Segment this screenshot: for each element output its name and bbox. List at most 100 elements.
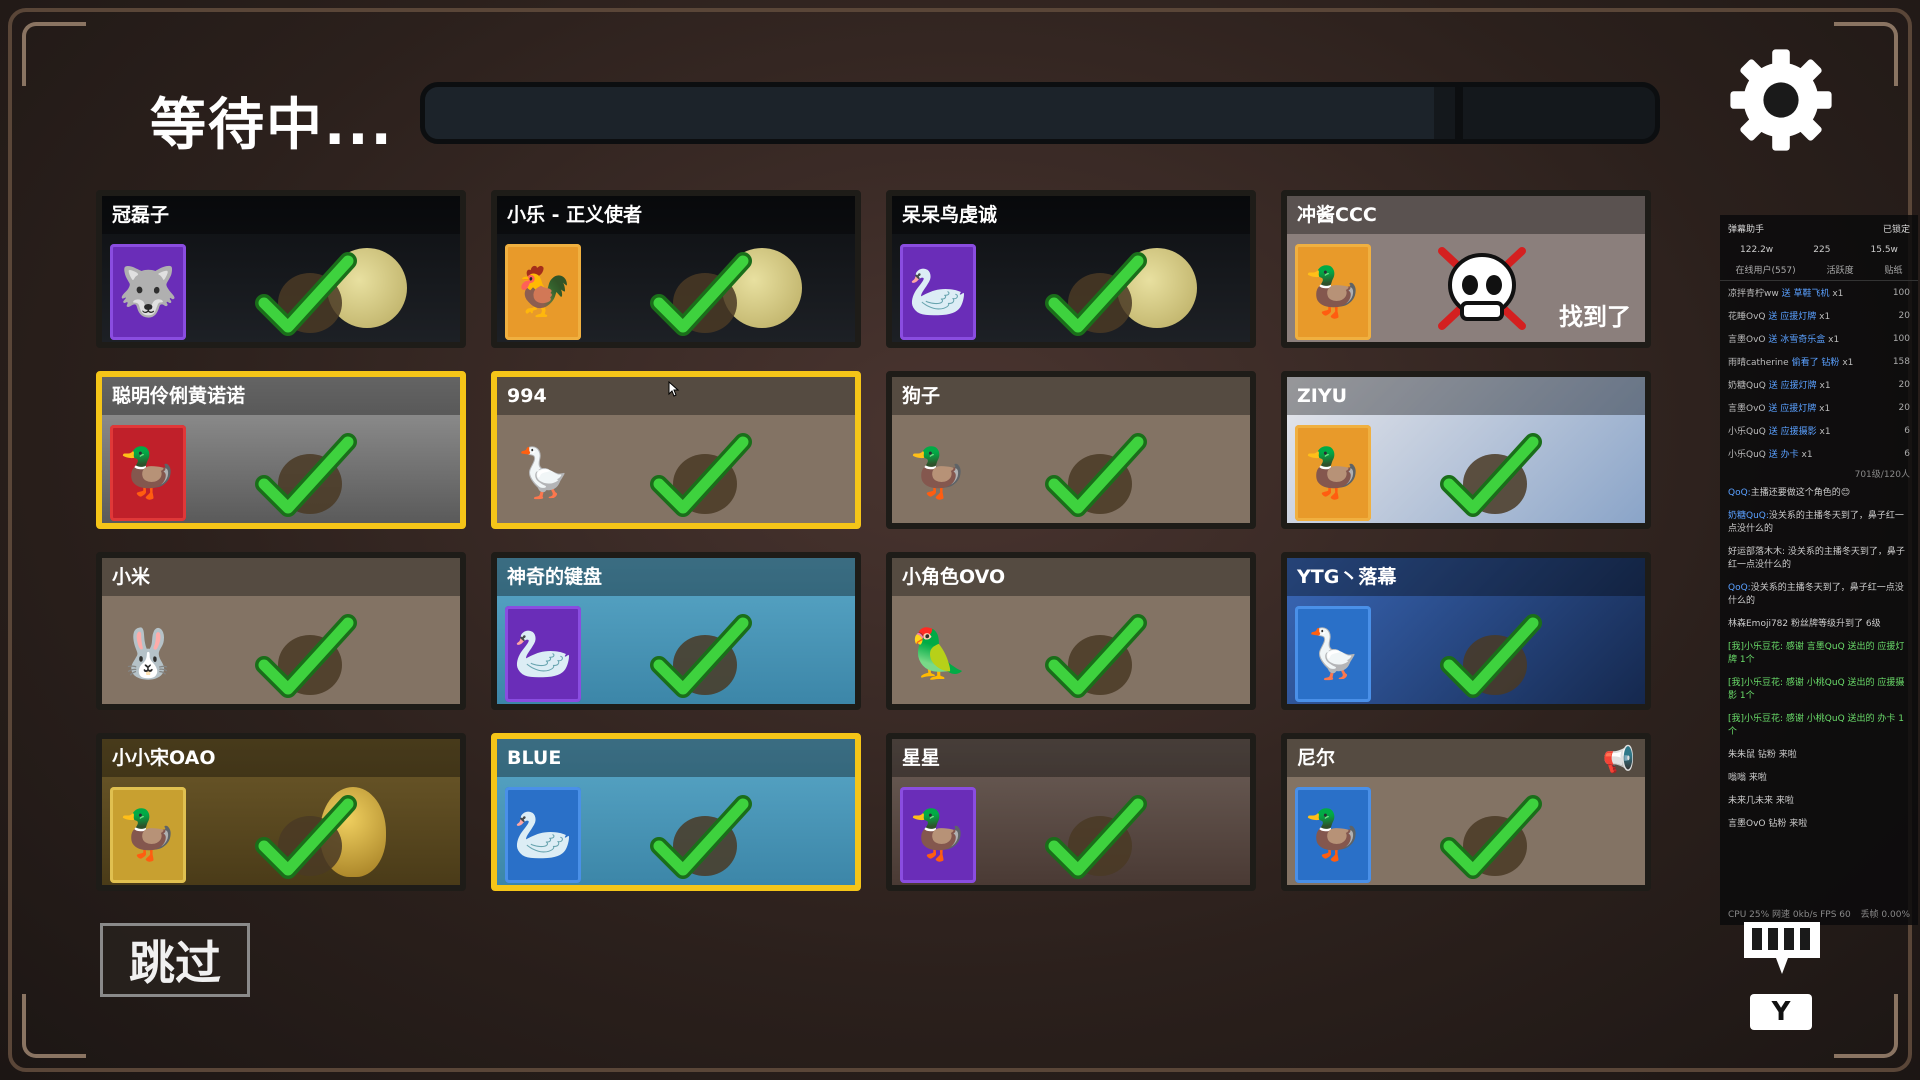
settings-gear-icon[interactable]: [1726, 45, 1836, 155]
gift-row: 小乐QuQ 送 应援摄影 x1 6: [1720, 419, 1918, 442]
gift-action: 送 应援灯牌: [1768, 312, 1817, 322]
gift-row: 雨晴catherine 偷看了 钻粉 x1 158: [1720, 350, 1918, 373]
player-avatar: 🐓: [505, 244, 581, 340]
gift-value: 20: [1898, 402, 1910, 413]
player-name: YTG丶落幕: [1287, 558, 1645, 596]
player-card: 小米 🐰: [96, 552, 466, 710]
chat-message: 朱朱鼠 钻粉 来啦: [1720, 744, 1918, 767]
ready-check-icon: [1440, 795, 1542, 879]
player-avatar: 🦢: [900, 244, 976, 340]
gift-user: 奶糖QuQ: [1728, 381, 1766, 391]
skip-button[interactable]: 跳过: [100, 923, 250, 997]
chat-user: QoQ:: [1728, 583, 1751, 593]
chat-user: QoQ:: [1728, 488, 1751, 498]
player-card: 冠磊子 🐺: [96, 190, 466, 348]
chat-list: QoQ:主播还要做这个角色的😊 奶糖QuQ:没关系的主播冬天到了，鼻子红一点没什么…: [1720, 482, 1918, 836]
player-avatar: 🦆: [1295, 425, 1371, 521]
chat-message: 未来几未来 来啦: [1720, 790, 1918, 813]
gift-count: x1: [1832, 289, 1844, 299]
player-name: 冠磊子: [102, 196, 460, 234]
chat-message: [我]小乐豆花: 感谢 小桃QuQ 送出的 应援摄影 1个: [1720, 672, 1918, 708]
player-name: 小角色OVO: [892, 558, 1250, 596]
gift-text: 雨晴catherine 偷看了 钻粉 x1: [1728, 355, 1888, 368]
player-card: 聪明伶俐黄诺诺 🦆: [96, 371, 466, 529]
ready-check-icon: [1440, 433, 1542, 517]
gift-action: 送 冰雪奇乐盒: [1768, 335, 1826, 345]
lock-toggle[interactable]: 已锁定: [1883, 222, 1910, 235]
chat-text: 没关系的主播冬天到了，鼻子红一点没什么的: [1728, 583, 1904, 606]
gift-action: 送 草鞋飞机: [1781, 289, 1830, 299]
cards-icon[interactable]: [1738, 918, 1826, 978]
gift-text: 凉拌青柠ww 送 草鞋飞机 x1: [1728, 286, 1888, 299]
ready-check-icon: [255, 795, 357, 879]
chat-divider: 701级/120人: [1854, 470, 1910, 480]
gift-text: 花睡OvQ 送 应援灯牌 x1: [1728, 309, 1888, 322]
tab-stickers[interactable]: 贴纸: [1885, 263, 1903, 276]
chat-message: 言墨OvO 钻粉 来啦: [1720, 813, 1918, 836]
gift-count: x1: [1819, 427, 1831, 437]
gift-user: 小乐QuQ: [1728, 427, 1766, 437]
tab-online-users[interactable]: 在线用户(557): [1735, 263, 1795, 276]
player-name: 冲酱CCC: [1287, 196, 1645, 234]
ready-check-icon: [1045, 433, 1147, 517]
mouse-cursor-icon: [668, 381, 680, 397]
ready-check-icon: [650, 795, 752, 879]
panel-stats: 122.2w 225 15.5w: [1720, 241, 1918, 259]
corner-ornament: [22, 994, 86, 1058]
player-name: 尼尔: [1287, 739, 1645, 777]
chat-message: 好运部落木木: 没关系的主播冬天到了，鼻子红一点没什么的: [1720, 541, 1918, 577]
gift-text: 小乐QuQ 送 应援摄影 x1: [1728, 424, 1888, 437]
player-name: 神奇的键盘: [497, 558, 855, 596]
tab-activity[interactable]: 活跃度: [1827, 263, 1854, 276]
chat-text: 林森Emoji782 粉丝牌等级升到了 6级: [1728, 619, 1881, 629]
gift-count: x1: [1828, 335, 1840, 345]
gift-user: 言墨OvO: [1728, 404, 1766, 414]
progress-marker: [1455, 87, 1463, 139]
ready-check-icon: [650, 614, 752, 698]
gift-row: 奶糖QuQ 送 应援灯牌 x1 20: [1720, 373, 1918, 396]
player-card: 神奇的键盘 🦢: [491, 552, 861, 710]
player-avatar: 🐺: [110, 244, 186, 340]
gift-row: 花睡OvQ 送 应援灯牌 x1 20: [1720, 304, 1918, 327]
gift-user: 言墨OvO: [1728, 335, 1766, 345]
player-avatar: 🦆: [110, 425, 186, 521]
ready-check-icon: [1045, 614, 1147, 698]
gift-row: 小乐QuQ 送 办卡 x1 6: [1720, 442, 1918, 465]
gift-text: 言墨OvO 送 应援灯牌 x1: [1728, 401, 1888, 414]
chat-message: 奶糖QuQ:没关系的主播冬天到了，鼻子红一点没什么的: [1720, 505, 1918, 541]
player-name: 小米: [102, 558, 460, 596]
gift-action: 送 办卡: [1768, 450, 1799, 460]
ready-check-icon: [1045, 795, 1147, 879]
chat-text: 嗡嗡 来啦: [1728, 773, 1767, 783]
gift-action: 送 应援灯牌: [1768, 381, 1817, 391]
found-status: 找到了: [1559, 303, 1631, 331]
corner-ornament: [1834, 994, 1898, 1058]
gift-value: 100: [1892, 287, 1910, 298]
chat-message: [我]小乐豆花: 感谢 言墨QuQ 送出的 应援灯牌 1个: [1720, 636, 1918, 672]
follows-count: 15.5w: [1870, 245, 1898, 255]
gift-row: 言墨OvO 送 应援灯牌 x1 20: [1720, 396, 1918, 419]
corner-ornament: [1834, 22, 1898, 86]
gift-row: 言墨OvO 送 冰雪奇乐盒 x1 100: [1720, 327, 1918, 350]
player-name: 聪明伶俐黄诺诺: [102, 377, 460, 415]
chat-text: [我]小乐豆花: 感谢 小桃QuQ 送出的 办卡 1个: [1728, 714, 1904, 737]
waiting-progress-bar: [420, 82, 1660, 144]
player-name: 星星: [892, 739, 1250, 777]
player-card: 呆呆鸟虔诚 🦢: [886, 190, 1256, 348]
player-name: BLUE: [497, 739, 855, 777]
ready-check-icon: [1440, 614, 1542, 698]
player-avatar: 🦆: [1295, 244, 1371, 340]
gift-action: 送 应援灯牌: [1768, 404, 1817, 414]
gift-text: 奶糖QuQ 送 应援灯牌 x1: [1728, 378, 1888, 391]
chat-message: QoQ:主播还要做这个角色的😊: [1720, 482, 1918, 505]
ready-check-icon: [1045, 252, 1147, 336]
chat-text: 主播还要做这个角色的😊: [1750, 488, 1851, 498]
chat-message: QoQ:没关系的主播冬天到了，鼻子红一点没什么的: [1720, 577, 1918, 613]
gift-count: x1: [1819, 404, 1831, 414]
player-card: ZIYU 🦆: [1281, 371, 1651, 529]
corner-ornament: [22, 22, 86, 86]
hotkey-y-badge[interactable]: Y: [1750, 994, 1812, 1030]
panel-header: 弹幕助手 已锁定: [1720, 215, 1918, 241]
gift-count: x1: [1819, 381, 1831, 391]
ready-check-icon: [650, 252, 752, 336]
